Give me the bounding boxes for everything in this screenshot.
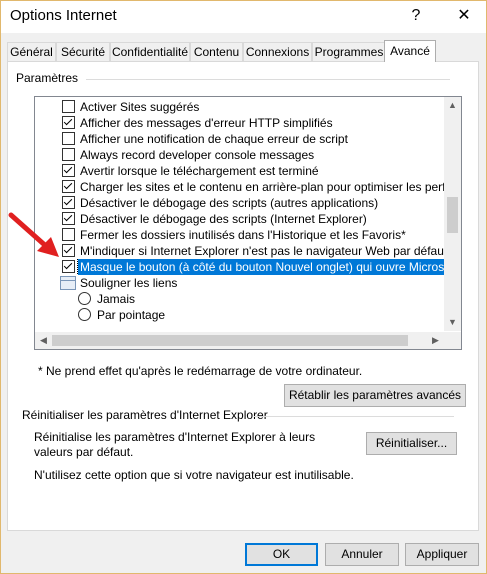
list-item-label: M'indiquer si Internet Explorer n'est pa… [80, 244, 448, 258]
title-bar[interactable]: Options Internet ? ✕ [1, 1, 486, 33]
reset-button[interactable]: Réinitialiser... [366, 432, 457, 455]
advanced-tab-panel: Paramètres Activer Sites suggérés Affich… [7, 61, 479, 531]
group-divider [86, 79, 450, 80]
tab-avance[interactable]: Avancé [384, 40, 436, 62]
scroll-right-icon[interactable]: ▶ [427, 332, 444, 349]
list-item[interactable]: Par pointage [35, 307, 444, 323]
close-button[interactable]: ✕ [449, 5, 479, 27]
checkbox-checked[interactable] [62, 180, 75, 193]
list-item-label: Désactiver le débogage des scripts (autr… [80, 196, 379, 210]
tab-connexions[interactable]: Connexions [243, 42, 312, 61]
settings-list[interactable]: Activer Sites suggérés Afficher des mess… [34, 96, 462, 350]
list-item-label: Avertir lorsque le téléchargement est te… [80, 164, 319, 178]
section-divider [254, 416, 454, 417]
checkbox-checked[interactable] [62, 116, 75, 129]
tab-programmes[interactable]: Programmes [312, 42, 386, 61]
dialog-client-area: Général Sécurité Confidentialité Contenu… [1, 33, 486, 573]
annotation-arrow-icon [8, 212, 59, 257]
vertical-scroll-thumb[interactable] [447, 197, 458, 233]
checkbox[interactable] [62, 100, 75, 113]
apply-button[interactable]: Appliquer [405, 543, 479, 566]
window-title: Options Internet [10, 7, 117, 24]
checkbox[interactable] [62, 132, 75, 145]
list-item-label: Afficher des messages d'erreur HTTP simp… [80, 116, 333, 130]
list-item-label: Activer Sites suggérés [80, 100, 200, 114]
horizontal-scrollbar[interactable]: ◀ ▶ [35, 332, 444, 349]
radio-button[interactable] [78, 308, 91, 321]
list-group-header: Souligner les liens [35, 275, 444, 291]
checkbox-checked[interactable] [62, 164, 75, 177]
group-folder-icon [60, 276, 76, 290]
list-item[interactable]: Fermer les dossiers inutilisés dans l'Hi… [35, 227, 444, 243]
scroll-up-icon[interactable]: ▲ [444, 97, 461, 114]
list-item[interactable]: Activer Sites suggérés [35, 99, 444, 115]
help-button[interactable]: ? [401, 5, 431, 27]
horizontal-scroll-thumb[interactable] [52, 335, 408, 346]
list-item-label: Afficher une notification de chaque erre… [80, 132, 348, 146]
list-item-label: Charger les sites et le contenu en arriè… [80, 180, 444, 194]
list-item-label: Jamais [97, 292, 136, 306]
list-item-label: Always record developer console messages [80, 148, 315, 162]
list-item[interactable]: Désactiver le débogage des scripts (Inte… [35, 211, 444, 227]
reset-section-label: Réinitialiser les paramètres d'Internet … [22, 408, 268, 422]
checkbox[interactable] [62, 148, 75, 161]
list-item-label: Fermer les dossiers inutilisés dans l'Hi… [80, 228, 406, 242]
list-item[interactable]: M'indiquer si Internet Explorer n'est pa… [35, 243, 448, 259]
reset-description: Réinitialise les paramètres d'Internet E… [34, 430, 316, 459]
list-item[interactable]: Désactiver le débogage des scripts (autr… [35, 195, 444, 211]
list-item[interactable]: Afficher des messages d'erreur HTTP simp… [35, 115, 444, 131]
restore-advanced-settings-button[interactable]: Rétablir les paramètres avancés [284, 384, 466, 407]
tab-securite[interactable]: Sécurité [56, 42, 110, 61]
options-internet-window: Options Internet ? ✕ Général Sécurité Co… [0, 0, 487, 574]
settings-group-label: Paramètres [16, 71, 83, 85]
cancel-button[interactable]: Annuler [325, 543, 399, 566]
list-item[interactable]: Avertir lorsque le téléchargement est te… [35, 163, 444, 179]
list-item-selected[interactable]: Masque le bouton (à côté du bouton Nouve… [35, 259, 444, 275]
tab-confidentialite[interactable]: Confidentialité [110, 42, 190, 61]
checkbox-checked[interactable] [62, 196, 75, 209]
radio-button[interactable] [78, 292, 91, 305]
scrollbar-corner [444, 332, 461, 349]
list-item[interactable]: Always record developer console messages [35, 147, 444, 163]
list-item-label: Désactiver le débogage des scripts (Inte… [80, 212, 367, 226]
list-item[interactable]: Charger les sites et le contenu en arriè… [35, 179, 444, 195]
list-item-label: Par pointage [97, 308, 166, 322]
tab-contenu[interactable]: Contenu [190, 42, 243, 61]
ok-button[interactable]: OK [245, 543, 318, 566]
list-item[interactable]: Jamais [35, 291, 444, 307]
list-group-label: Souligner les liens [80, 276, 178, 290]
scroll-down-icon[interactable]: ▼ [444, 314, 461, 331]
vertical-scrollbar[interactable]: ▲ ▼ [444, 97, 461, 331]
restart-note: * Ne prend effet qu'après le redémarrage… [38, 364, 363, 378]
scroll-left-icon[interactable]: ◀ [35, 332, 52, 349]
tab-general[interactable]: Général [7, 42, 56, 61]
list-item-label: Masque le bouton (à côté du bouton Nouve… [76, 259, 444, 275]
list-item[interactable]: Afficher une notification de chaque erre… [35, 131, 444, 147]
reset-hint: N'utilisez cette option que si votre nav… [34, 468, 354, 482]
